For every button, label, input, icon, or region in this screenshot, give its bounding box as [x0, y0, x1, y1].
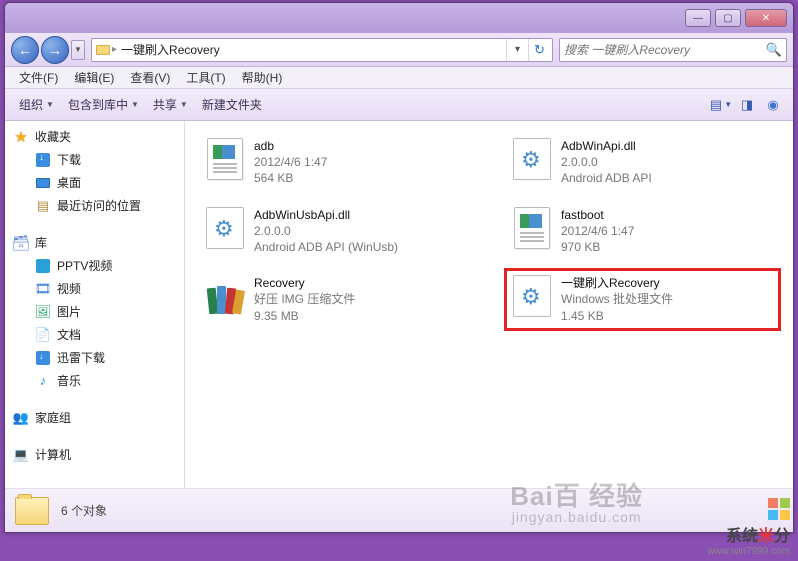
computer-icon: 💻	[13, 447, 29, 463]
preview-pane-button[interactable]: ◨	[735, 94, 759, 116]
file-item[interactable]: fastboot2012/4/6 1:47970 KB	[504, 200, 781, 263]
file-item[interactable]: AdbWinApi.dll2.0.0.0Android ADB API	[504, 131, 781, 194]
libraries-header[interactable]: 🗃库	[9, 231, 184, 254]
file-icon	[204, 207, 246, 249]
file-name: adb	[254, 138, 327, 154]
sidebar: ★收藏夹 下载 桌面 ▤最近访问的位置 🗃库 PPTV视频 🎞视频 🖼图片 📄文…	[5, 121, 185, 488]
document-icon: 📄	[35, 327, 51, 343]
file-icon	[204, 275, 246, 317]
recent-icon: ▤	[35, 198, 51, 214]
folder-icon	[94, 41, 112, 59]
sidebar-xunlei[interactable]: 迅雷下载	[9, 346, 184, 369]
organize-button[interactable]: 组织▼	[13, 92, 60, 117]
status-text: 6 个对象	[61, 502, 107, 519]
titlebar: — ▢ ✕	[5, 3, 793, 33]
folder-icon	[15, 497, 49, 525]
file-name: 一键刷入Recovery	[561, 275, 673, 291]
file-detail: 2012/4/6 1:47	[561, 223, 634, 239]
search-icon[interactable]: 🔍	[766, 42, 782, 58]
picture-icon: 🖼	[35, 304, 51, 320]
menu-view[interactable]: 查看(V)	[122, 67, 178, 88]
file-detail: 2.0.0.0	[561, 154, 652, 170]
file-list: adb2012/4/6 1:47564 KBAdbWinApi.dll2.0.0…	[185, 121, 793, 488]
menubar: 文件(F) 编辑(E) 查看(V) 工具(T) 帮助(H)	[5, 67, 793, 89]
file-name: fastboot	[561, 207, 634, 223]
help-button[interactable]: ◉	[761, 94, 785, 116]
file-detail: 2012/4/6 1:47	[254, 154, 327, 170]
file-size: Android ADB API (WinUsb)	[254, 239, 398, 255]
computer-header[interactable]: 💻计算机	[9, 443, 184, 466]
menu-tools[interactable]: 工具(T)	[178, 67, 233, 88]
sidebar-recent[interactable]: ▤最近访问的位置	[9, 194, 184, 217]
file-icon	[204, 138, 246, 180]
minimize-button[interactable]: —	[685, 9, 711, 27]
file-icon	[511, 275, 553, 317]
status-bar: 6 个对象	[5, 488, 793, 532]
file-size: 970 KB	[561, 239, 634, 255]
sidebar-documents[interactable]: 📄文档	[9, 323, 184, 346]
file-name: Recovery	[254, 275, 355, 291]
sidebar-music[interactable]: ♪音乐	[9, 369, 184, 392]
refresh-button[interactable]: ↻	[528, 39, 550, 61]
menu-help[interactable]: 帮助(H)	[234, 67, 291, 88]
new-folder-button[interactable]: 新建文件夹	[196, 92, 268, 117]
toolbar: 组织▼ 包含到库中▼ 共享▼ 新建文件夹 ▤▼ ◨ ◉	[5, 89, 793, 121]
navbar: ← → ▼ ▸ 一键刷入Recovery ▾ ↻ 🔍	[5, 33, 793, 67]
file-size: 1.45 KB	[561, 308, 673, 324]
file-icon	[511, 138, 553, 180]
desktop-icon	[35, 175, 51, 191]
file-detail: 好压 IMG 压缩文件	[254, 291, 355, 307]
view-mode-button[interactable]: ▤▼	[709, 94, 733, 116]
file-detail: 2.0.0.0	[254, 223, 398, 239]
sidebar-downloads[interactable]: 下载	[9, 148, 184, 171]
music-icon: ♪	[35, 373, 51, 389]
search-box[interactable]: 🔍	[559, 38, 787, 62]
file-item[interactable]: Recovery好压 IMG 压缩文件9.35 MB	[197, 268, 474, 331]
library-icon: 🗃	[13, 235, 29, 251]
explorer-window: — ▢ ✕ ← → ▼ ▸ 一键刷入Recovery ▾ ↻ 🔍 文件	[4, 2, 794, 533]
menu-file[interactable]: 文件(F)	[11, 67, 66, 88]
homegroup-icon: 👥	[13, 410, 29, 426]
download-icon	[35, 152, 51, 168]
maximize-button[interactable]: ▢	[715, 9, 741, 27]
xunlei-icon	[35, 350, 51, 366]
file-name: AdbWinUsbApi.dll	[254, 207, 398, 223]
back-button[interactable]: ←	[11, 36, 39, 64]
sidebar-pictures[interactable]: 🖼图片	[9, 300, 184, 323]
sidebar-desktop[interactable]: 桌面	[9, 171, 184, 194]
file-icon	[511, 207, 553, 249]
address-bar[interactable]: ▸ 一键刷入Recovery ▾ ↻	[91, 38, 553, 62]
history-dropdown[interactable]: ▼	[71, 40, 85, 60]
file-name: AdbWinApi.dll	[561, 138, 652, 154]
sidebar-videos[interactable]: 🎞视频	[9, 277, 184, 300]
file-item[interactable]: AdbWinUsbApi.dll2.0.0.0Android ADB API (…	[197, 200, 474, 263]
file-size: 9.35 MB	[254, 308, 355, 324]
homegroup-header[interactable]: 👥家庭组	[9, 406, 184, 429]
pptv-icon	[35, 258, 51, 274]
search-input[interactable]	[564, 43, 766, 57]
favorites-header[interactable]: ★收藏夹	[9, 125, 184, 148]
menu-edit[interactable]: 编辑(E)	[66, 67, 122, 88]
file-detail: Windows 批处理文件	[561, 291, 673, 307]
file-item[interactable]: 一键刷入RecoveryWindows 批处理文件1.45 KB	[504, 268, 781, 331]
file-item[interactable]: adb2012/4/6 1:47564 KB	[197, 131, 474, 194]
include-in-library-button[interactable]: 包含到库中▼	[62, 92, 145, 117]
close-button[interactable]: ✕	[745, 9, 787, 27]
forward-button[interactable]: →	[41, 36, 69, 64]
file-size: Android ADB API	[561, 170, 652, 186]
share-button[interactable]: 共享▼	[147, 92, 194, 117]
star-icon: ★	[13, 129, 29, 145]
breadcrumb[interactable]: 一键刷入Recovery	[117, 41, 506, 58]
video-icon: 🎞	[35, 281, 51, 297]
sidebar-pptv[interactable]: PPTV视频	[9, 254, 184, 277]
address-dropdown[interactable]: ▾	[506, 39, 528, 61]
file-size: 564 KB	[254, 170, 327, 186]
